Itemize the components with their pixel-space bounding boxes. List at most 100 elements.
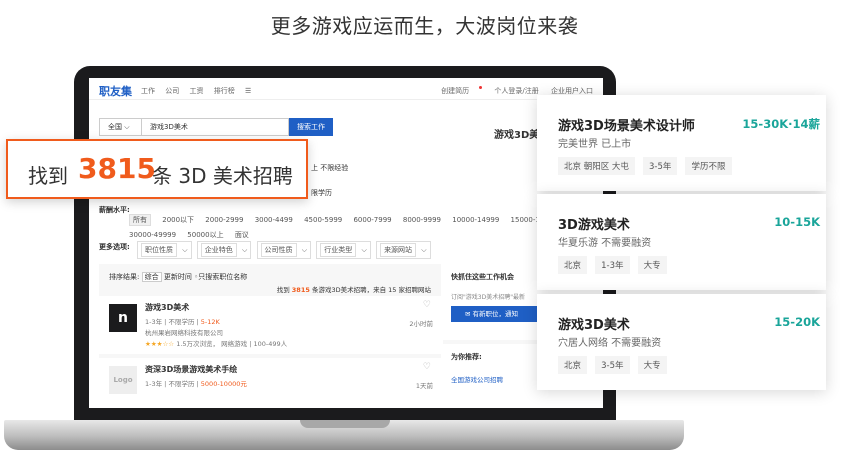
sort-option-time[interactable]: 更新时间 <box>164 273 192 281</box>
job-card-tags: 北京 3-5年 大专 <box>558 353 670 374</box>
job-tag: 大专 <box>637 256 667 274</box>
found-count: 3815 <box>291 286 310 294</box>
nav-links: 工作 公司 工资 排行榜 ☰ <box>141 86 259 96</box>
job-pay: 5-12K <box>200 318 220 326</box>
job-tag: 北京 <box>558 356 588 374</box>
found-count-row: 找到 3815 条游戏3D美术招聘，来自 15 家招聘网站 <box>276 286 431 294</box>
salary-options: 所有 2000以下 2000-2999 3000-4499 4500-5999 … <box>129 214 591 226</box>
wechat-icon: ✉ <box>465 310 471 318</box>
found-callout: 找到 3815 条 3D 美术招聘 <box>6 139 308 199</box>
more-option[interactable]: 行业类型 ⌵ <box>316 241 371 259</box>
title-only-checkbox-label[interactable]: 只搜索职位名称 <box>198 273 247 281</box>
job-card[interactable]: 游戏3D美术 15-20K 穴居人网络 不需要融资 北京 3-5年 大专 <box>537 294 826 390</box>
job-card-company: 华夏乐游 不需要融资 <box>558 238 652 249</box>
job-tag: 1-3年 <box>595 256 630 274</box>
laptop-notch <box>300 420 390 428</box>
salary-option[interactable]: 50000以上 <box>187 231 223 239</box>
heart-icon[interactable]: ♡ <box>423 300 431 310</box>
site-nav: 职友集 工作 公司 工资 排行榜 ☰ 创建简历 个人登录/注册 企业用户入口 <box>89 78 603 100</box>
salary-label: 薪酬水平: <box>99 206 130 214</box>
more-option[interactable]: 来源网站 ⌵ <box>376 241 431 259</box>
job-card-salary: 10-15K <box>774 215 820 229</box>
callout-suffix: 条 3D 美术招聘 <box>152 164 293 188</box>
result-title: 游戏3D美 <box>494 130 540 141</box>
recommend-title: 为你推荐: <box>451 353 482 361</box>
job-card-tags: 北京 朝阳区 大屯 3-5年 学历不限 <box>558 154 735 175</box>
login-link[interactable]: 个人登录/注册 <box>494 87 538 95</box>
more-option[interactable]: 职位性质 ⌵ <box>137 241 192 259</box>
search-input[interactable]: 游戏3D美术 <box>141 118 289 136</box>
salary-option[interactable]: 8000-9999 <box>403 216 441 224</box>
job-tag: 学历不限 <box>685 157 732 175</box>
salary-option[interactable]: 10000-14999 <box>452 216 499 224</box>
subscribe-subtitle: 订阅"游戏3D美术招聘"最新 <box>451 294 525 301</box>
salary-option[interactable]: 6000-7999 <box>353 216 391 224</box>
heart-icon[interactable]: ♡ <box>423 362 431 372</box>
more-options-label: 更多选项: <box>99 243 130 251</box>
job-card-title: 游戏3D美术 <box>558 318 630 333</box>
more-option[interactable]: 企业特色 ⌵ <box>196 241 252 259</box>
laptop-screen: 职友集 工作 公司 工资 排行榜 ☰ 创建简历 个人登录/注册 企业用户入口 全… <box>89 78 603 408</box>
recommend-link[interactable]: 全国游戏公司招聘 <box>451 374 503 384</box>
nav-link-salary[interactable]: 工资 <box>189 87 203 95</box>
job-card-salary: 15-20K <box>774 315 820 329</box>
subscribe-title: 快抓住这些工作机会 <box>451 273 514 281</box>
nav-link-ranking[interactable]: 排行榜 <box>214 87 235 95</box>
job-tag: 3-5年 <box>595 356 630 374</box>
job-row[interactable]: n 游戏3D美术 1-3年 | 不限学历 | 5-12K 杭州果岩网络科技有限公… <box>99 296 441 354</box>
job-card-tags: 北京 1-3年 大专 <box>558 253 670 274</box>
job-tag: 大专 <box>637 356 667 374</box>
salary-option[interactable]: 3000-4499 <box>255 216 293 224</box>
chevron-down-icon: ⌵ <box>124 123 130 131</box>
rating-stars: ★★★☆☆ <box>145 340 175 348</box>
salary-option[interactable]: 2000以下 <box>162 216 194 224</box>
salary-option[interactable]: 4500-5999 <box>304 216 342 224</box>
sort-label: 排序结果: <box>109 273 140 281</box>
job-tag: 北京 朝阳区 大屯 <box>558 157 635 175</box>
job-time: 1天前 <box>415 382 433 390</box>
salary-options-2: 30000-49999 50000以上 面议 <box>129 230 258 240</box>
job-title[interactable]: 资深3D场景游戏美术手绘 <box>145 364 237 375</box>
job-card-title: 游戏3D场景美术设计师 <box>558 119 695 134</box>
more-options: 职位性质 ⌵ 企业特色 ⌵ 公司性质 ⌵ 行业类型 ⌵ 来源网站 ⌵ <box>137 241 434 259</box>
job-card[interactable]: 游戏3D场景美术设计师 15-30K·14薪 完美世界 已上市 北京 朝阳区 大… <box>537 95 826 191</box>
job-time: 2小时前 <box>409 320 433 328</box>
callout-count: 3815 <box>78 152 156 185</box>
job-list-area: 排序结果: 综合 更新时间 ◦只搜索职位名称 找到 3815 条游戏3D美术招聘… <box>99 264 441 408</box>
job-company[interactable]: 杭州果岩网络科技有限公司 <box>145 327 223 337</box>
company-logo: n <box>109 304 137 332</box>
job-meta: 1-3年 | 不限学历 | 5-12K <box>145 318 220 326</box>
job-card-salary: 15-30K·14薪 <box>742 117 820 131</box>
job-extra: ★★★☆☆ 1.5万次浏览， 网络游戏 | 100-499人 <box>145 340 288 348</box>
site-logo[interactable]: 职友集 <box>99 83 132 99</box>
sort-row: 排序结果: 综合 更新时间 ◦只搜索职位名称 <box>109 272 247 282</box>
salary-option[interactable]: 所有 <box>129 214 151 226</box>
create-resume-link[interactable]: 创建简历 <box>431 86 483 95</box>
job-row[interactable]: Logo 资深3D场景游戏美术手绘 1-3年 | 不限学历 | 5000-100… <box>99 358 441 408</box>
nav-link-companies[interactable]: 公司 <box>165 87 179 95</box>
job-title[interactable]: 游戏3D美术 <box>145 302 189 313</box>
job-pay: 5000-10000元 <box>200 380 247 388</box>
salary-option[interactable]: 30000-49999 <box>129 231 176 239</box>
callout-prefix: 找到 <box>28 164 68 188</box>
job-meta: 1-3年 | 不限学历 | 5000-10000元 <box>145 380 247 388</box>
education-filter[interactable]: 限学历 <box>311 188 332 198</box>
salary-option[interactable]: 面议 <box>235 231 249 239</box>
city-select[interactable]: 全国 ⌵ <box>99 118 141 136</box>
menu-icon[interactable]: ☰ <box>245 87 251 95</box>
salary-option[interactable]: 2000-2999 <box>205 216 243 224</box>
more-option[interactable]: 公司性质 ⌵ <box>256 241 312 259</box>
enterprise-link[interactable]: 企业用户入口 <box>551 87 593 95</box>
search-button[interactable]: 搜索工作 <box>289 118 333 136</box>
experience-filter[interactable]: 上 不限经验 <box>311 163 348 173</box>
job-tag: 北京 <box>558 256 588 274</box>
headline: 更多游戏应运而生，大波岗位来袭 <box>270 14 579 38</box>
job-card-company: 穴居人网络 不需要融资 <box>558 338 662 349</box>
notification-dot <box>479 86 483 89</box>
company-logo: Logo <box>109 366 137 394</box>
job-card-company: 完美世界 已上市 <box>558 139 632 150</box>
nav-link-jobs[interactable]: 工作 <box>141 87 155 95</box>
job-card[interactable]: 3D游戏美术 10-15K 华夏乐游 不需要融资 北京 1-3年 大专 <box>537 194 826 290</box>
job-tag: 3-5年 <box>643 157 678 175</box>
sort-option-default[interactable]: 综合 <box>141 272 162 282</box>
